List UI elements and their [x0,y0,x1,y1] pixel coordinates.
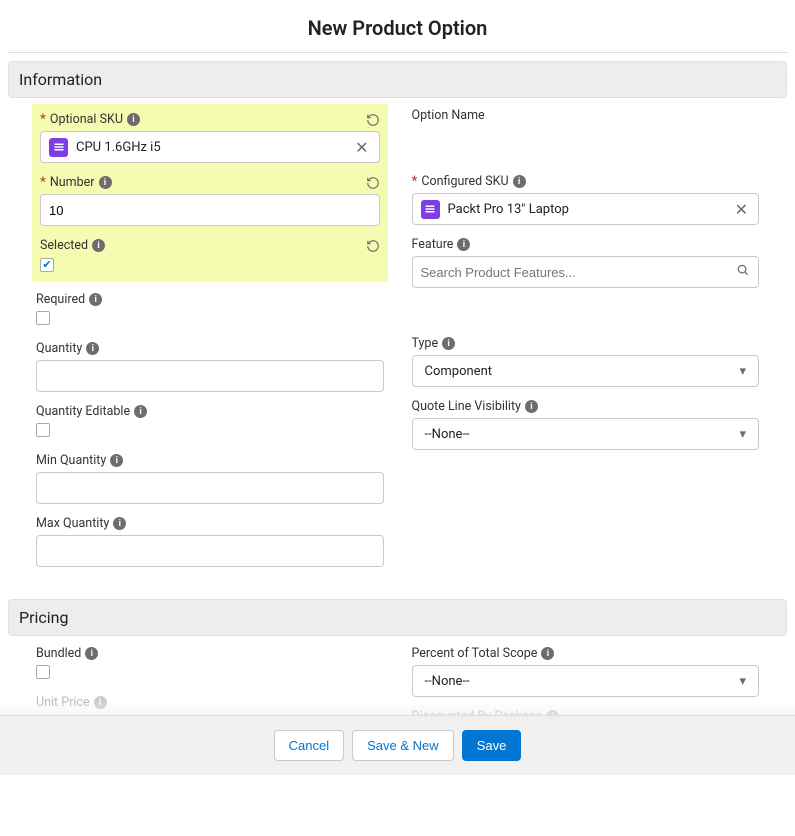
info-icon[interactable]: i [525,400,538,413]
min-quantity-input[interactable] [45,481,375,496]
field-option-name: Option Name [412,108,760,162]
info-icon[interactable]: i [442,337,455,350]
section-header-pricing: Pricing [8,599,787,636]
field-optional-sku: * Optional SKU i CPU 1.6GHz i5 ✕ [40,112,380,163]
info-icon[interactable]: i [127,113,140,126]
label-feature: Feature [412,237,454,252]
required-checkbox[interactable] [36,311,50,325]
max-quantity-input[interactable] [45,544,375,559]
field-required: Required i [36,292,384,329]
label-quantity-editable: Quantity Editable [36,404,130,419]
field-configured-sku: * Configured SKU i Packt Pro 13" Laptop … [412,174,760,225]
info-icon[interactable]: i [89,293,102,306]
label-percent-total-scope: Percent of Total Scope [412,646,538,661]
field-quantity: Quantity i [36,341,384,392]
info-icon[interactable]: i [92,239,105,252]
label-configured-sku: Configured SKU [421,174,508,189]
undo-icon[interactable] [366,239,380,253]
required-mark: * [40,175,46,190]
feature-search-wrapper [412,256,760,288]
cancel-button[interactable]: Cancel [274,730,344,761]
label-unit-price: Unit Price [36,695,90,710]
label-max-quantity: Max Quantity [36,516,109,531]
configured-sku-value: Packt Pro 13" Laptop [448,202,733,217]
percent-total-scope-value: --None-- [425,674,470,689]
info-icon[interactable]: i [94,696,107,709]
info-icon[interactable]: i [541,647,554,660]
page-title: New Product Option [8,0,787,52]
bundled-checkbox[interactable] [36,665,50,679]
required-mark: * [412,174,418,189]
max-quantity-input-wrapper [36,535,384,567]
number-input[interactable] [49,203,371,218]
selected-checkbox[interactable] [40,258,54,272]
min-quantity-input-wrapper [36,472,384,504]
info-icon[interactable]: i [86,342,99,355]
number-input-wrapper [40,194,380,226]
field-unit-price: Unit Price i [36,695,384,714]
info-icon[interactable]: i [99,176,112,189]
chevron-down-icon: ▾ [739,364,746,379]
label-optional-sku: Optional SKU [50,112,123,127]
feature-search-input[interactable] [421,265,737,280]
search-icon[interactable] [736,263,750,281]
info-icon[interactable]: i [85,647,98,660]
undo-icon[interactable] [366,176,380,190]
field-type: Type i Component ▾ [412,336,760,387]
field-selected: Selected i [40,238,380,272]
quote-line-visibility-value: --None-- [425,427,470,442]
label-quote-line-visibility: Quote Line Visibility [412,399,521,414]
quote-line-visibility-select[interactable]: --None-- ▾ [412,418,760,450]
clear-icon[interactable]: ✕ [733,200,750,219]
label-option-name: Option Name [412,108,485,123]
label-min-quantity: Min Quantity [36,453,106,468]
info-icon[interactable]: i [457,238,470,251]
save-and-new-button[interactable]: Save & New [352,730,454,761]
field-quote-line-visibility: Quote Line Visibility i --None-- ▾ [412,399,760,450]
field-quantity-editable: Quantity Editable i [36,404,384,441]
undo-icon[interactable] [366,113,380,127]
clear-icon[interactable]: ✕ [353,138,370,157]
divider [8,52,787,53]
label-type: Type [412,336,439,351]
type-select[interactable]: Component ▾ [412,355,760,387]
product-icon [421,200,440,219]
info-icon[interactable]: i [113,517,126,530]
info-icon[interactable]: i [513,175,526,188]
field-feature: Feature i [412,237,760,288]
configured-sku-lookup[interactable]: Packt Pro 13" Laptop ✕ [412,193,760,225]
quantity-input[interactable] [45,369,375,384]
field-min-quantity: Min Quantity i [36,453,384,504]
section-header-information: Information [8,61,787,98]
quantity-editable-checkbox[interactable] [36,423,50,437]
field-percent-total-scope: Percent of Total Scope i --None-- ▾ [412,646,760,697]
label-quantity: Quantity [36,341,82,356]
label-selected: Selected [40,238,88,253]
label-required: Required [36,292,85,307]
field-max-quantity: Max Quantity i [36,516,384,567]
info-icon[interactable]: i [110,454,123,467]
optional-sku-value: CPU 1.6GHz i5 [76,140,353,155]
type-value: Component [425,364,493,379]
field-number: * Number i [40,175,380,226]
save-button[interactable]: Save [462,730,522,761]
required-mark: * [40,112,46,127]
info-icon[interactable]: i [134,405,147,418]
field-bundled: Bundled i [36,646,384,683]
chevron-down-icon: ▾ [739,674,746,689]
label-bundled: Bundled [36,646,81,661]
quantity-input-wrapper [36,360,384,392]
label-number: Number [50,175,95,190]
percent-total-scope-select[interactable]: --None-- ▾ [412,665,760,697]
footer-bar: Cancel Save & New Save [0,715,795,775]
optional-sku-lookup[interactable]: CPU 1.6GHz i5 ✕ [40,131,380,163]
product-icon [49,138,68,157]
chevron-down-icon: ▾ [739,427,746,442]
